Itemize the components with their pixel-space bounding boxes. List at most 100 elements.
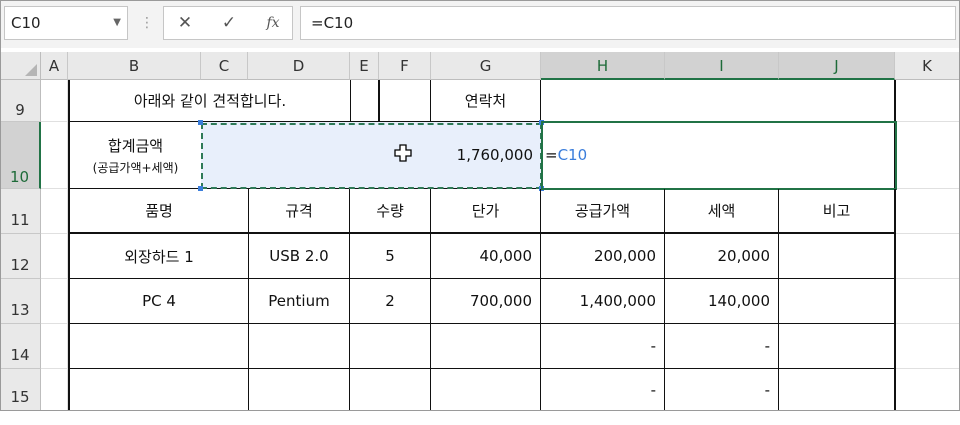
gridline xyxy=(41,233,68,234)
cell-b9-intro[interactable]: 아래와 같이 견적합니다. xyxy=(68,80,351,122)
table-cell[interactable]: - xyxy=(541,324,665,369)
row-header-14[interactable]: 14 xyxy=(0,324,41,369)
table-cell[interactable] xyxy=(779,324,896,369)
row-header-10[interactable]: 10 xyxy=(0,122,41,189)
table-cell[interactable]: 20,000 xyxy=(665,234,779,279)
cell-text: 140,000 xyxy=(707,292,770,310)
header-item-name[interactable]: 품명 xyxy=(68,189,249,234)
cell-text: 40,000 xyxy=(479,247,533,265)
gridline xyxy=(896,188,960,189)
col-header-a[interactable]: A xyxy=(41,52,68,80)
cell-text: 200,000 xyxy=(593,247,656,265)
cell-h9-contact-value[interactable] xyxy=(541,80,896,122)
more-dots-icon: ⋮ xyxy=(140,15,154,31)
table-cell[interactable] xyxy=(68,324,249,369)
table-cell[interactable] xyxy=(68,369,249,411)
cell-f9[interactable] xyxy=(380,80,431,122)
table-cell[interactable]: - xyxy=(665,324,779,369)
row-header-11[interactable]: 11 xyxy=(0,189,41,234)
contact-label: 연락처 xyxy=(464,92,507,110)
ref-handle[interactable] xyxy=(198,120,203,125)
gridline xyxy=(896,121,960,122)
col-header-b[interactable]: B xyxy=(68,52,201,80)
cell-text: 2 xyxy=(385,292,395,310)
table-cell[interactable] xyxy=(350,324,431,369)
col-header-h[interactable]: H xyxy=(541,52,665,80)
cell-text: PC 4 xyxy=(142,292,176,310)
col-header-g[interactable]: G xyxy=(431,52,541,80)
table-cell[interactable]: USB 2.0 xyxy=(249,234,350,279)
cell-g9-contact-label[interactable]: 연락처 xyxy=(431,80,541,122)
header-label: 단가 xyxy=(471,202,500,220)
table-cell[interactable]: - xyxy=(665,369,779,411)
formula-buttons: ✕ ✓ fx xyxy=(163,6,293,40)
cell-text: USB 2.0 xyxy=(269,247,329,265)
table-cell[interactable]: 2 xyxy=(350,279,431,324)
enter-icon[interactable]: ✓ xyxy=(214,7,244,39)
cell-text: 외장하드 1 xyxy=(124,247,194,266)
gridline xyxy=(41,278,68,279)
header-label: 비고 xyxy=(822,202,851,220)
header-spec[interactable]: 규격 xyxy=(249,189,350,234)
gridline xyxy=(896,368,960,369)
table-cell[interactable]: 40,000 xyxy=(431,234,541,279)
table-cell[interactable]: Pentium xyxy=(249,279,350,324)
header-qty[interactable]: 수량 xyxy=(350,189,431,234)
table-cell[interactable]: - xyxy=(541,369,665,411)
row-header-15[interactable]: 15 xyxy=(0,369,41,411)
table-cell[interactable] xyxy=(249,369,350,411)
col-header-c[interactable]: C xyxy=(201,52,248,80)
col-header-d[interactable]: D xyxy=(248,52,350,80)
gridline xyxy=(896,323,960,324)
table-cell[interactable] xyxy=(779,369,896,411)
table-cell[interactable]: 5 xyxy=(350,234,431,279)
formula-input[interactable]: =C10 xyxy=(300,6,956,40)
cell-text: 5 xyxy=(385,247,395,265)
col-header-e[interactable]: E xyxy=(350,52,379,80)
table-cell[interactable]: 외장하드 1 xyxy=(68,234,249,279)
header-label: 품명 xyxy=(145,202,173,220)
select-all-corner[interactable] xyxy=(0,52,41,80)
table-cell[interactable] xyxy=(249,324,350,369)
total-label: 합계금액 xyxy=(107,136,164,155)
row-header-9[interactable]: 9 xyxy=(0,80,41,122)
cell-e9[interactable] xyxy=(351,80,380,122)
row-header-13[interactable]: 13 xyxy=(0,279,41,324)
cell-b10-total-label[interactable]: 합계금액 (공급가액+세액) xyxy=(68,122,201,189)
header-tax[interactable]: 세액 xyxy=(665,189,779,234)
cell-text: - xyxy=(650,381,656,399)
table-cell[interactable]: PC 4 xyxy=(68,279,249,324)
gridline xyxy=(896,278,960,279)
name-box[interactable]: C10 ▼ xyxy=(4,6,128,40)
cell-text: Pentium xyxy=(268,292,330,310)
col-header-i[interactable]: I xyxy=(665,52,779,80)
table-cell[interactable] xyxy=(779,234,896,279)
gridline xyxy=(41,323,68,324)
cell-text: 20,000 xyxy=(717,247,771,265)
header-supply[interactable]: 공급가액 xyxy=(541,189,665,234)
table-cell[interactable] xyxy=(431,369,541,411)
table-cell[interactable]: 140,000 xyxy=(665,279,779,324)
active-cell-outline xyxy=(541,121,897,190)
gridline xyxy=(896,233,960,234)
col-header-k[interactable]: K xyxy=(895,52,960,80)
header-unit-price[interactable]: 단가 xyxy=(431,189,541,234)
table-cell[interactable] xyxy=(779,279,896,324)
header-note[interactable]: 비고 xyxy=(779,189,896,234)
table-cell[interactable] xyxy=(350,369,431,411)
gridline xyxy=(41,121,68,122)
col-header-f[interactable]: F xyxy=(379,52,431,80)
table-cell[interactable] xyxy=(431,324,541,369)
cell-text: - xyxy=(650,337,656,355)
chevron-down-icon[interactable]: ▼ xyxy=(113,7,121,39)
header-label: 수량 xyxy=(376,202,404,220)
table-cell[interactable]: 700,000 xyxy=(431,279,541,324)
reference-highlight xyxy=(201,123,542,189)
table-cell[interactable]: 1,400,000 xyxy=(541,279,665,324)
col-header-j[interactable]: J xyxy=(779,52,895,80)
cancel-icon[interactable]: ✕ xyxy=(170,7,200,39)
insert-function-icon[interactable]: fx xyxy=(258,7,288,39)
select-all-icon xyxy=(25,64,37,76)
row-header-12[interactable]: 12 xyxy=(0,234,41,279)
table-cell[interactable]: 200,000 xyxy=(541,234,665,279)
